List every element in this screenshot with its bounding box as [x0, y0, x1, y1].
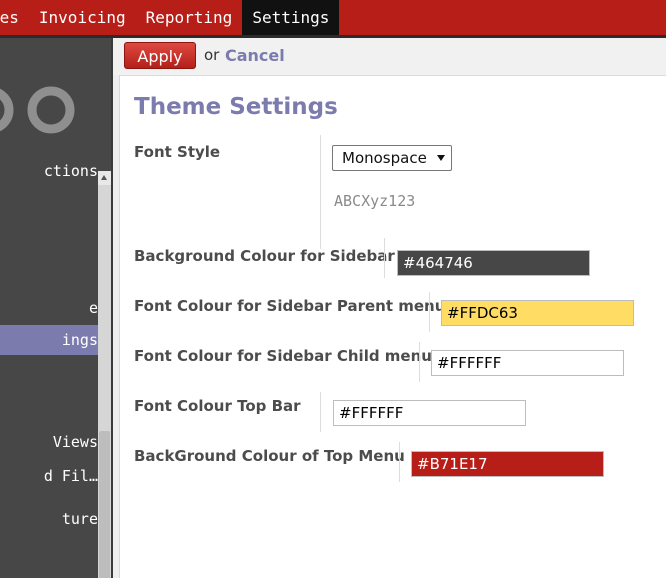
sidebar-item-label: ings	[61, 331, 98, 349]
bg-topmenu-color-input[interactable]	[411, 451, 604, 477]
top-bar: les Invoicing Reporting Settings	[0, 0, 666, 35]
font-sidebar-parent-label: Font Colour for Sidebar Parent menu	[134, 297, 446, 315]
sidebar-item-structure[interactable]: ture	[0, 504, 98, 534]
field-separator	[419, 342, 420, 382]
font-topbar-color-input[interactable]	[333, 400, 526, 426]
sidebar-item-e[interactable]: e	[0, 293, 98, 323]
page-title: Theme Settings	[134, 94, 338, 120]
font-style-label: Font Style	[134, 143, 221, 161]
font-style-select[interactable]: Monospace	[332, 145, 452, 171]
sidebar-item-label: ture	[61, 510, 98, 528]
font-sidebar-child-label: Font Colour for Sidebar Child menu	[134, 347, 432, 365]
top-menu-settings[interactable]: Settings	[242, 0, 340, 35]
sidebar-item-views[interactable]: Views	[0, 427, 98, 457]
top-menu: les Invoicing Reporting Settings	[0, 0, 340, 35]
scroll-up-arrow-icon[interactable]	[98, 171, 111, 185]
font-topbar-label: Font Colour Top Bar	[134, 397, 301, 415]
sidebar-item-actions[interactable]: ctions	[0, 156, 98, 186]
action-bar: Apply or Cancel	[113, 38, 666, 76]
bg-topmenu-label: BackGround Colour of Top Menu	[134, 447, 405, 465]
top-menu-invoicing[interactable]: Invoicing	[29, 0, 136, 35]
top-menu-sales[interactable]: les	[0, 0, 29, 35]
sidebar-item-settings[interactable]: ings	[0, 325, 98, 355]
field-separator	[320, 392, 321, 432]
main-content: Apply or Cancel Theme Settings Font Styl…	[113, 38, 666, 578]
sidebar-item-label: d Fil…	[43, 467, 98, 485]
font-sidebar-child-color-input[interactable]	[431, 350, 624, 376]
font-style-value: Monospace	[342, 149, 427, 167]
logo-icon	[0, 86, 75, 134]
or-text: or	[204, 46, 220, 64]
sidebar-item-filters[interactable]: d Fil…	[0, 461, 98, 491]
sidebar-scroll-thumb[interactable]	[99, 431, 110, 578]
field-separator	[399, 442, 400, 482]
font-sidebar-parent-color-input[interactable]	[441, 300, 634, 326]
select-arrow-icon	[437, 155, 445, 161]
top-menu-reporting[interactable]: Reporting	[136, 0, 243, 35]
bg-sidebar-label: Background Colour for Sidebar	[134, 247, 395, 265]
font-preview: ABCXyz123	[334, 192, 416, 210]
apply-button[interactable]: Apply	[124, 42, 196, 69]
sidebar: ctions e ings Views d Fil… ture	[0, 38, 113, 578]
cancel-link[interactable]: Cancel	[225, 46, 285, 65]
sidebar-item-label: e	[88, 299, 98, 317]
bg-sidebar-color-input[interactable]	[397, 250, 590, 276]
sidebar-item-label: ctions	[43, 162, 98, 180]
field-separator	[320, 135, 321, 249]
field-separator	[429, 292, 430, 332]
content-left-strip	[113, 75, 120, 578]
sidebar-item-label: Views	[52, 433, 98, 451]
field-separator	[384, 238, 385, 278]
